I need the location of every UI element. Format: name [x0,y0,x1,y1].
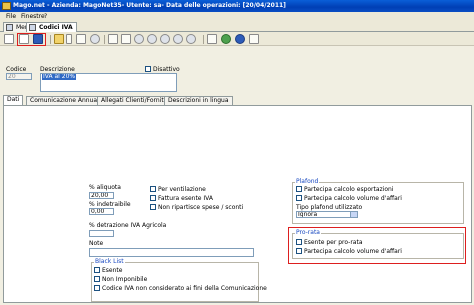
window-title: Mago.net - Azienda: MagoNet35- Utente: s… [13,2,286,9]
detrazione-field[interactable] [89,230,114,237]
plafond-volume-affari-label: Partecipa calcolo volume d'affari [304,195,402,202]
menu-file[interactable]: File [6,12,16,21]
first-record-icon[interactable] [134,34,144,44]
search-icon[interactable] [186,34,196,44]
disattivo-checkbox[interactable] [145,66,151,72]
menu-finestre[interactable]: Finestre [21,12,45,21]
plafond-volume-affari-checkbox[interactable] [296,195,302,201]
per-ventilazione-label: Per ventilazione [158,186,206,193]
non-considerato-checkbox[interactable] [94,285,100,291]
close-icon[interactable] [249,34,259,44]
chevron-down-icon[interactable] [66,34,72,44]
non-ripartisce-label: Non ripartisce spese / sconti [158,204,244,211]
descrizione-label: Descrizione [40,66,75,73]
fattura-esente-label: Fattura esente IVA [158,195,213,202]
descrizione-field[interactable]: IVA al 20% [40,73,177,92]
run-icon[interactable] [54,34,64,44]
tab-codici-iva[interactable]: Codici IVA [26,22,77,32]
tipo-plafond-label: Tipo plafond utilizzato [296,204,363,211]
non-considerato-label: Codice IVA non considerato ai fini della… [102,285,267,292]
note-field[interactable] [89,248,254,257]
non-imponibile-label: Non Imponibile [102,276,148,283]
highlight-box-toolbar [17,33,46,46]
undo-icon[interactable] [207,34,217,44]
plafond-title: Plafond [295,178,320,185]
calcolo-esportazioni-checkbox[interactable] [296,186,302,192]
esente-checkbox[interactable] [94,267,100,273]
disattivo-label: Disattivo [153,66,180,73]
detrazione-label: % detrazione IVA Agricola [89,222,167,229]
codice-label: Codice [6,66,27,73]
toolbar-separator [50,35,51,44]
previous-record-icon[interactable] [147,34,157,44]
document-tabs: Menu Codici IVA [0,21,474,32]
black-list-title: Black List [94,258,125,265]
tab-comunicazione-annuale[interactable]: Comunicazione Annuale [26,96,107,105]
last-record-icon[interactable] [173,34,183,44]
document-icon [29,24,36,31]
app-icon [2,2,11,10]
codice-field[interactable]: 20 [6,73,32,80]
tools-icon[interactable] [121,34,131,44]
tab-dati[interactable]: Dati [3,95,24,105]
indetraibile-label: % indetraibile [89,201,131,208]
note-label: Note [89,240,104,247]
print-icon[interactable] [76,34,86,44]
calcolo-esportazioni-label: Partecipa calcolo esportazioni [304,186,394,193]
tab-descrizioni-in-lingua[interactable]: Descrizioni in lingua [164,96,233,105]
descrizione-value: IVA al 20% [42,73,77,80]
esente-label: Esente [102,267,123,274]
non-ripartisce-checkbox[interactable] [150,204,156,210]
fattura-esente-checkbox[interactable] [150,195,156,201]
chevron-down-icon [350,212,357,217]
aliquota-field[interactable]: 20,00 [89,192,114,199]
toolbar [0,32,474,46]
tipo-plafond-dropdown[interactable]: Ignora [296,211,358,218]
arrange-icon[interactable] [90,34,100,44]
menu-icon [6,24,13,31]
next-record-icon[interactable] [160,34,170,44]
preview-icon[interactable] [108,34,118,44]
aliquota-label: % aliquota [89,184,121,191]
toolbar-separator [203,35,204,44]
indetraibile-field[interactable]: 0,00 [89,208,114,215]
help-icon[interactable] [235,34,245,44]
menu-help[interactable]: ? [44,12,47,21]
new-document-icon[interactable] [4,34,14,44]
toolbar-separator [104,35,105,44]
title-bar: Mago.net - Azienda: MagoNet35- Utente: s… [0,0,474,12]
per-ventilazione-checkbox[interactable] [150,186,156,192]
tipo-plafond-value: Ignora [298,211,318,218]
highlight-box-pro-rata [288,227,466,264]
non-imponibile-checkbox[interactable] [94,276,100,282]
menu-bar: File Finestre ? [0,12,474,21]
refresh-icon[interactable] [221,34,231,44]
